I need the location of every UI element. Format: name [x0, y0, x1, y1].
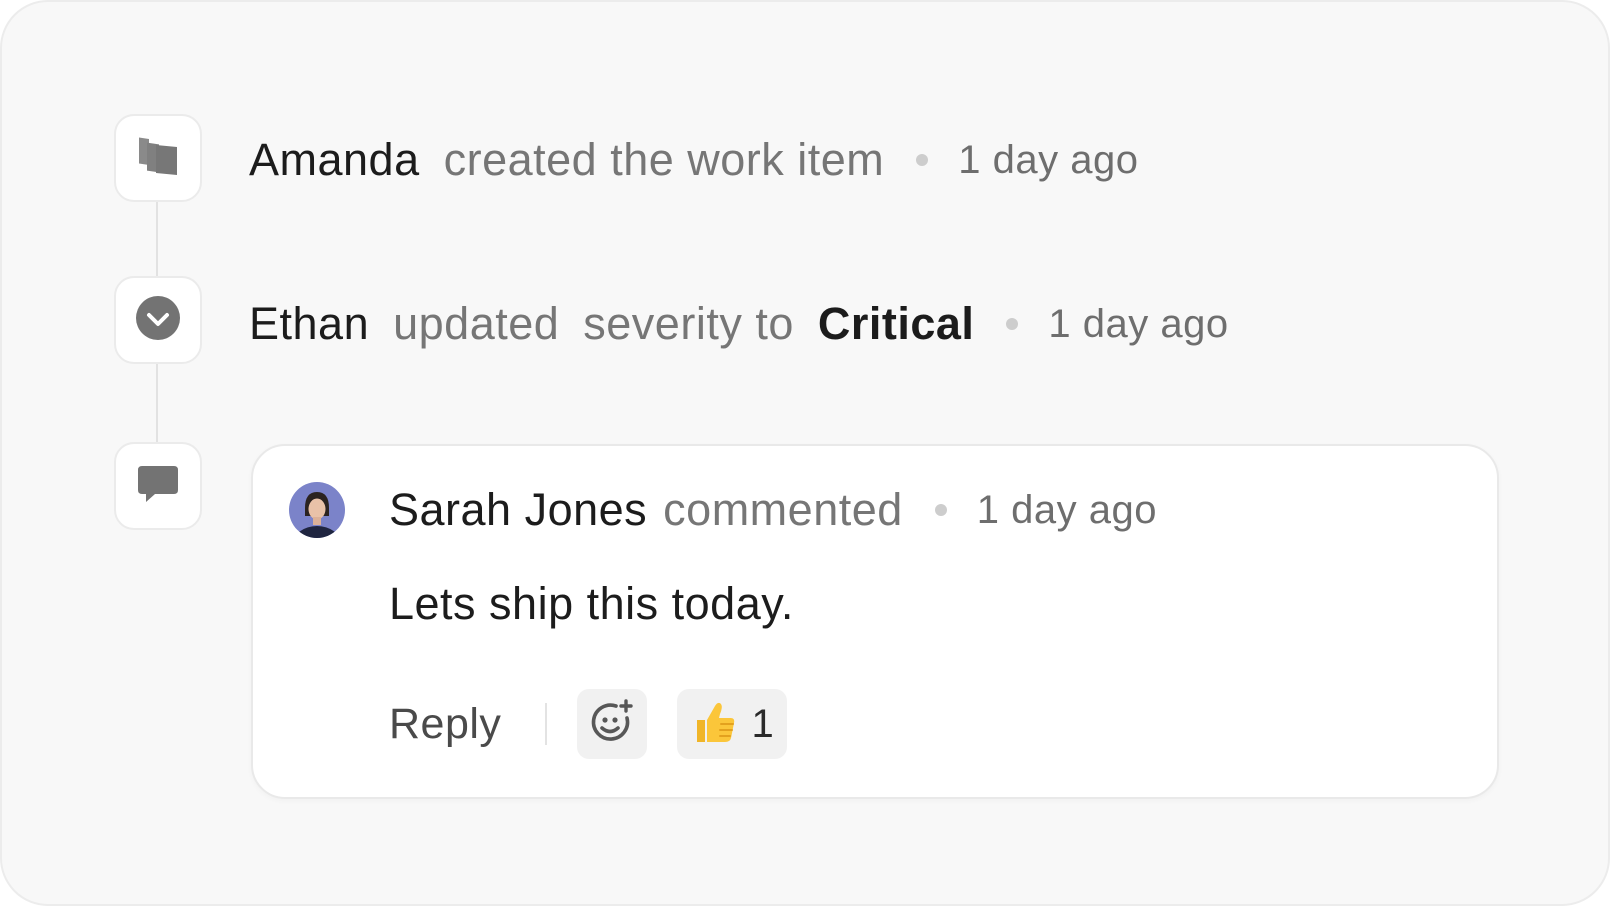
- avatar[interactable]: [289, 482, 345, 538]
- separator-dot: [916, 154, 929, 166]
- comment-action: commented: [663, 484, 903, 535]
- thumbs-up-icon: [691, 698, 737, 751]
- activity-field: severity to: [583, 298, 794, 349]
- comment-card: Sarah Jones commented 1 day ago Lets shi…: [251, 444, 1499, 799]
- activity-panel: Amanda created the work item 1 day ago E…: [0, 0, 1610, 906]
- comment-author[interactable]: Sarah Jones: [389, 484, 647, 536]
- activity-time: 1 day ago: [1048, 301, 1229, 346]
- comment-header: Sarah Jones commented 1 day ago: [389, 480, 1157, 540]
- activity-severity-update: Ethan updated severity to Critical 1 day…: [249, 294, 1229, 354]
- separator-dot: [1006, 318, 1019, 330]
- action-divider: [545, 703, 548, 745]
- severity-value: Critical: [817, 298, 975, 349]
- work-item-icon-box: [114, 114, 202, 202]
- actor-name[interactable]: Amanda: [249, 134, 420, 186]
- timeline-connector: [156, 362, 158, 442]
- reply-button[interactable]: Reply: [389, 700, 501, 749]
- comment-time: 1 day ago: [976, 487, 1157, 532]
- activity-time: 1 day ago: [958, 137, 1139, 182]
- activity-action: created the work item: [443, 134, 885, 185]
- work-item-icon: [135, 133, 181, 184]
- actor-name[interactable]: Ethan: [249, 298, 369, 350]
- activity-created: Amanda created the work item 1 day ago: [249, 130, 1139, 190]
- reaction-count: 1: [751, 701, 774, 746]
- thumbs-up-reaction[interactable]: 1: [677, 689, 788, 759]
- comment-icon-box: [114, 442, 202, 530]
- severity-icon-box: [114, 276, 202, 364]
- chevron-down-circle-icon: [135, 295, 181, 346]
- activity-action: updated: [393, 298, 560, 349]
- add-reaction-button[interactable]: [577, 689, 648, 759]
- comment-icon: [135, 461, 181, 512]
- separator-dot: [934, 504, 947, 516]
- add-emoji-icon: [587, 697, 637, 752]
- timeline-connector: [156, 202, 158, 276]
- comment-body: Lets ship this today.: [389, 578, 794, 629]
- comment-actions: Reply 1: [389, 689, 788, 759]
